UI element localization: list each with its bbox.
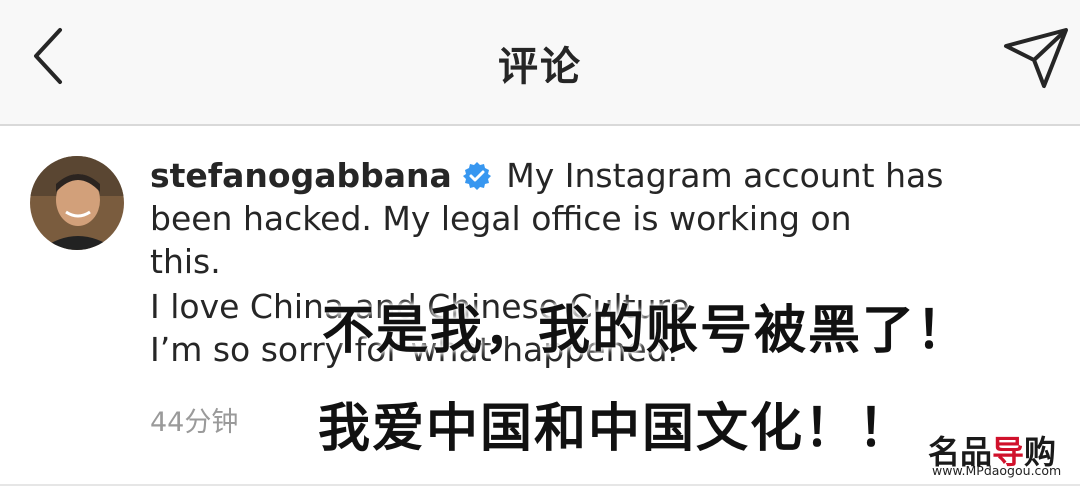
profile-photo bbox=[30, 156, 124, 250]
comment-body-line: this. bbox=[150, 242, 221, 281]
page-title: 评论 bbox=[498, 44, 582, 90]
divider bbox=[0, 484, 1080, 486]
username-link[interactable]: stefanogabbana bbox=[150, 156, 452, 195]
verified-badge-icon bbox=[462, 158, 492, 190]
overlay-caption-2: 我爱中国和中国文化！！ bbox=[318, 398, 913, 459]
share-button[interactable] bbox=[1000, 24, 1072, 92]
comment-body-line: been hacked. My legal office is working … bbox=[150, 199, 852, 238]
send-icon bbox=[1004, 28, 1068, 88]
watermark-logo: 名品导购 www.MPdaogou.com bbox=[928, 427, 1068, 479]
overlay-caption-1: 不是我，我的账号被黑了！ bbox=[322, 300, 971, 361]
top-nav-bar: 评论 bbox=[0, 0, 1080, 126]
avatar[interactable] bbox=[30, 156, 124, 250]
comment-timestamp: 44分钟 bbox=[150, 407, 239, 438]
watermark-url: www.MPdaogou.com bbox=[932, 463, 1062, 478]
comment-body-line: My Instagram account has bbox=[495, 156, 944, 195]
